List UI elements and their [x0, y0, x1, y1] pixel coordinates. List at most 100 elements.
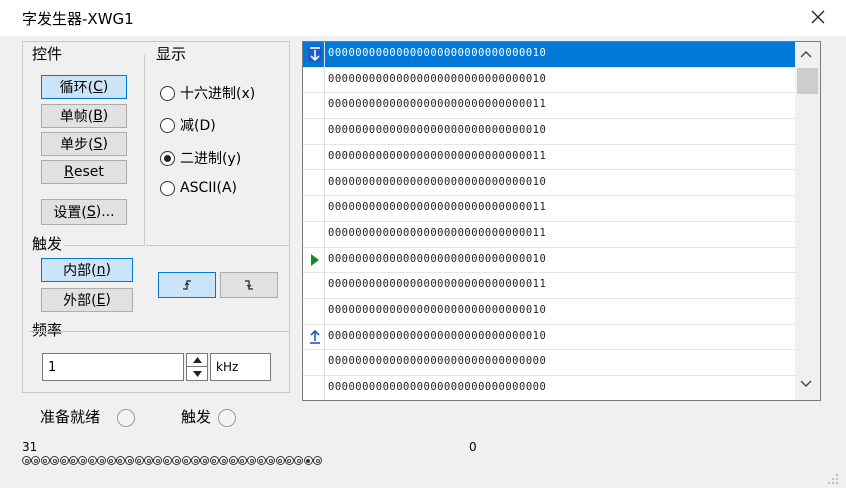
chevron-down-icon — [800, 380, 812, 387]
bit-indicator — [313, 456, 323, 465]
button-label-suffix: ) — [105, 262, 111, 278]
display-binary-radio[interactable]: 二进制(y) — [160, 148, 241, 168]
button-label-suffix: )... — [95, 204, 115, 220]
display-hex-radio[interactable]: 十六进制(x) — [160, 83, 255, 103]
word-row[interactable]: 00000000000000000000000000000011 — [303, 93, 795, 120]
bit-indicator-dot — [99, 458, 104, 463]
bit-indicator-dot — [137, 458, 142, 463]
close-button[interactable] — [798, 2, 838, 32]
bit-indicator-dot — [24, 458, 29, 463]
falling-edge-icon — [245, 280, 253, 290]
mnemonic-key: S — [93, 136, 103, 152]
frequency-unit-select[interactable]: kHz — [210, 353, 271, 381]
spin-down-button[interactable] — [187, 368, 207, 380]
bit-indicator — [275, 456, 285, 465]
bit-indicator — [209, 456, 219, 465]
row-marker — [308, 46, 322, 62]
loop-button[interactable]: 循环(C) — [41, 75, 127, 99]
word-row[interactable]: 00000000000000000000000000000010 — [303, 42, 795, 68]
step-button[interactable]: 单步(S) — [41, 132, 127, 156]
settings-button[interactable]: 设置(S)... — [41, 199, 127, 225]
trigger-external-button[interactable]: 外部(E) — [41, 288, 133, 312]
bit-indicator — [162, 456, 172, 465]
word-row[interactable]: 00000000000000000000000000000010 — [303, 299, 795, 325]
resize-grip[interactable] — [824, 470, 840, 486]
bit-indicator-dot — [278, 458, 283, 463]
bit-indicator — [284, 456, 294, 465]
mnemonic-key: x — [241, 86, 250, 102]
button-label: 设置( — [53, 205, 87, 221]
display-ascii-radio[interactable]: ASCII(A) — [160, 180, 237, 196]
word-row[interactable]: 00000000000000000000000000000011 — [303, 196, 795, 222]
trigger-internal-button[interactable]: 内部(n) — [41, 258, 133, 282]
end-marker-icon — [310, 329, 320, 344]
button-label-suffix: ) — [235, 151, 242, 167]
mnemonic-key: A — [221, 180, 232, 196]
divider — [146, 245, 290, 246]
mnemonic-key: n — [96, 262, 106, 278]
word-value: 00000000000000000000000000000010 — [328, 252, 547, 265]
word-list[interactable]: 00000000000000000000000000000010 00000000… — [302, 41, 821, 401]
word-value: 00000000000000000000000000000011 — [328, 226, 547, 239]
word-row[interactable]: 00000000000000000000000000000010 — [303, 68, 795, 94]
word-row[interactable]: 00000000000000000000000000000010 — [303, 248, 795, 274]
word-value: 00000000000000000000000000000010 — [328, 304, 547, 316]
word-value: 00000000000000000000000000000010 — [328, 329, 547, 342]
window-title: 字发生器-XWG1 — [22, 10, 134, 28]
bit-indicator — [22, 456, 31, 465]
word-row[interactable]: 00000000000000000000000000000010 — [303, 325, 795, 351]
burst-button[interactable]: 单帧(B) — [41, 104, 127, 128]
bit-indicator — [50, 456, 60, 465]
bit-indicator — [31, 456, 41, 465]
bit-indicator-dot — [80, 458, 85, 463]
scroll-thumb[interactable] — [797, 68, 818, 94]
bit-indicator-dot — [43, 458, 48, 463]
radio-circle — [160, 150, 175, 166]
word-row[interactable]: 00000000000000000000000000000000 — [303, 376, 795, 400]
bit-indicator-dot — [71, 458, 76, 463]
word-row[interactable]: 00000000000000000000000000000011 — [303, 273, 795, 299]
word-value: 00000000000000000000000000000010 — [328, 47, 547, 59]
word-value: 00000000000000000000000000000011 — [328, 278, 547, 291]
bit-indicator-dot — [52, 458, 57, 463]
spin-up-button[interactable] — [187, 354, 207, 367]
bit-indicator-dot — [165, 458, 170, 463]
bit-indicator-dot — [146, 458, 151, 463]
mnemonic-key: R — [64, 164, 74, 180]
display-dec-radio[interactable]: 减(D) — [160, 115, 216, 135]
reset-button[interactable]: Reset — [41, 160, 127, 184]
bit-indicator-dot — [33, 458, 38, 463]
radio-dot — [164, 154, 171, 162]
frequency-spinner[interactable] — [186, 353, 208, 381]
scroll-down-button[interactable] — [799, 378, 813, 393]
bit-indicator — [134, 456, 144, 465]
word-row[interactable]: 00000000000000000000000000000000 — [303, 350, 795, 377]
bit-indicator-dot — [287, 458, 292, 463]
bit-indicator-dot — [118, 458, 123, 463]
bit-indicator — [87, 456, 97, 465]
button-label: ASCII( — [180, 180, 222, 196]
bit-indicator — [294, 456, 304, 465]
button-label-suffix: ) — [231, 180, 238, 196]
resize-grip-icon — [828, 474, 838, 484]
word-row[interactable]: 00000000000000000000000000000011 — [303, 222, 795, 248]
word-row[interactable]: 00000000000000000000000000000010 — [303, 171, 795, 197]
trigger-group-label: 触发 — [30, 235, 65, 253]
vertical-scrollbar[interactable] — [795, 42, 820, 400]
trigger-falling-edge-button[interactable] — [220, 272, 278, 298]
triangle-down-icon — [192, 371, 202, 377]
bit-indicator — [125, 456, 135, 465]
bit-indicator — [144, 456, 154, 465]
bit-indicator — [172, 456, 182, 465]
bit-indicator — [266, 456, 276, 465]
mnemonic-key: S — [86, 204, 96, 220]
scroll-up-button[interactable] — [799, 48, 813, 63]
word-row[interactable]: 00000000000000000000000000000010 — [303, 119, 795, 145]
trigger-rising-edge-button[interactable] — [158, 272, 216, 298]
bit-indicator — [59, 456, 69, 465]
chevron-up-icon — [800, 51, 812, 58]
bit-indicator-dot — [90, 458, 95, 463]
button-label-suffix: ) — [102, 136, 108, 152]
word-row[interactable]: 00000000000000000000000000000011 — [303, 145, 795, 171]
frequency-value-input[interactable]: 1 — [42, 353, 184, 381]
